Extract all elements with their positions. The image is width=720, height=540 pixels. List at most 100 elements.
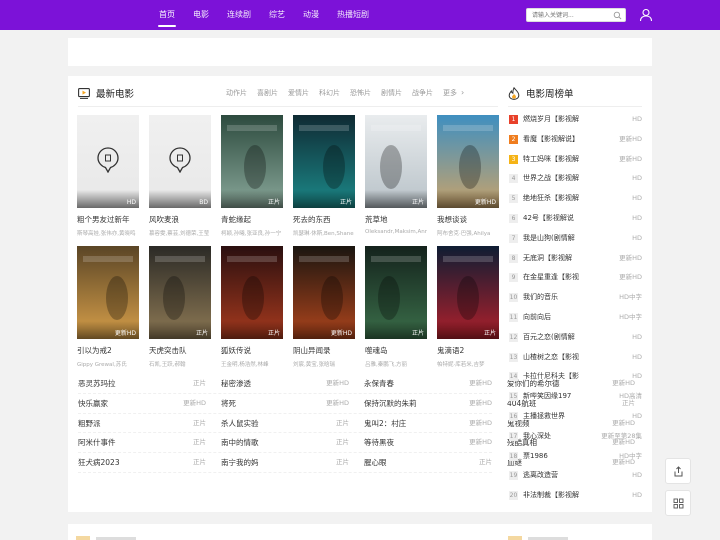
rank-item[interactable]: 7 我是山狗(剧情解 HD [509,229,642,249]
movie-title[interactable]: 荒草地 [365,214,427,225]
category-tab[interactable]: 恐怖片 [350,88,371,98]
movie-poster[interactable]: BD [149,115,211,208]
movie-title[interactable]: 引以为戒2 [77,345,139,356]
nav-item[interactable]: 动漫 [294,0,328,30]
category-tab[interactable]: 动作片 [226,88,247,98]
rank-item[interactable]: 11 向前向后 HD中字 [509,308,642,328]
rank-item[interactable]: 3 特工妈咪【影视解 更新HD [509,150,642,170]
movie-title[interactable]: 噬魂岛 [365,345,427,356]
rank-item-title[interactable]: 世界之战【影视解 [523,169,579,189]
list-item-title[interactable]: 狂犬病2023 [78,453,120,472]
list-item[interactable]: 恶灵苏玛拉 正片 [78,374,206,393]
movie-card[interactable]: 更新HD 我想谈谈 阿布舍克·巴强,Ahilya [437,115,499,237]
rank-item[interactable]: 4 世界之战【影视解 HD [509,169,642,189]
search-box[interactable] [526,8,626,22]
list-item[interactable]: 等待黑夜 更新HD [364,433,492,452]
list-item[interactable]: 杀人鼠实验 正片 [221,414,349,433]
rank-item-title[interactable]: 山楂树之恋【影视 [523,348,579,368]
list-item[interactable]: 阿米什事件 正片 [78,433,206,452]
category-tab[interactable]: 科幻片 [319,88,340,98]
rank-item-title[interactable]: 我心深处 [523,427,551,447]
movie-title[interactable]: 阴山异闻录 [293,345,355,356]
movie-poster[interactable]: 正片 [365,246,427,339]
list-item[interactable]: 将死 更新HD [221,394,349,413]
rank-item-title[interactable]: 向前向后 [523,308,551,328]
more-arrow-icon[interactable]: › [461,88,464,98]
movie-poster[interactable]: 更新HD [293,246,355,339]
rank-item-title[interactable]: 主播拯救世界 [523,407,565,427]
movie-poster[interactable]: 正片 [221,246,283,339]
list-item[interactable]: 秘密渗透 更新HD [221,374,349,393]
rank-item[interactable]: 8 无底洞【影视解 更新HD [509,249,642,269]
list-item[interactable]: 快乐赢家 更新HD [78,394,206,413]
nav-item[interactable]: 电影 [184,0,218,30]
movie-card[interactable]: 更新HD 阴山异闻录 刘宸,黄宝,张晗瑞 [293,246,355,368]
movie-card[interactable]: 正片 荒草地 Oleksandr,Maksim,Anna [365,115,427,235]
movie-card[interactable]: BD 风吹麦浪 慕容雯,蔡芸,刘德荣,王莹 [149,115,211,237]
nav-item[interactable]: 热播短剧 [328,0,378,30]
list-item-title[interactable]: 南宁我的妈 [221,453,259,472]
rank-item-title[interactable]: 新哔笑因缘197 [523,387,571,407]
list-item-title[interactable]: 南中的情歌 [221,433,259,452]
category-tab[interactable]: 爱情片 [288,88,309,98]
movie-title[interactable]: 鬼滴语2 [437,345,499,356]
list-item-title[interactable]: 快乐赢家 [78,394,108,413]
category-tab[interactable]: 喜剧片 [257,88,278,98]
rank-item[interactable]: 20 非法制裁【影视解 HD [509,486,642,506]
rank-item-title[interactable]: 逃离改造营 [523,466,558,486]
list-item[interactable]: 腥心眼 正片 [364,453,492,472]
search-input[interactable] [527,9,611,21]
movie-card[interactable]: 正片 死去的东西 凯瑟琳·休斯,Ben,Shane [293,115,355,237]
list-item-title[interactable]: 杀人鼠实验 [221,414,259,433]
list-item-title[interactable]: 秘密渗透 [221,374,251,393]
category-tab[interactable]: 更多 [443,88,457,98]
list-item[interactable]: 南宁我的妈 正片 [221,453,349,472]
rank-item[interactable]: 14 卡拉什尼科夫【影 HD [509,367,642,387]
movie-card[interactable]: 正片 天虎突击队 石凯,王跃,郝翰 [149,246,211,368]
rank-item[interactable]: 16 主播拯救世界 HD [509,407,642,427]
grid-menu-button[interactable] [665,490,691,516]
rank-item-title[interactable]: 看魔【影视解说】 [523,130,579,150]
list-item[interactable]: 永保青春 更新HD [364,374,492,393]
category-tab[interactable]: 剧情片 [381,88,402,98]
movie-poster[interactable]: 正片 [437,246,499,339]
movie-card[interactable]: 正片 青蛇缘起 柯颖,孙曦,张亚良,孙一宁 [221,115,283,237]
list-item-title[interactable]: 等待黑夜 [364,433,394,452]
movie-title[interactable]: 天虎突击队 [149,345,211,356]
list-item[interactable]: 南中的情歌 正片 [221,433,349,452]
rank-item-title[interactable]: 无底洞【影视解 [523,249,572,269]
movie-card[interactable]: 正片 噬魂岛 吕雅,秦鹏飞,方丽 [365,246,427,368]
rank-item[interactable]: 13 山楂树之恋【影视 HD [509,348,642,368]
list-item-title[interactable]: 恶灵苏玛拉 [78,374,116,393]
movie-poster[interactable]: HD [77,115,139,208]
movie-poster[interactable]: 更新HD [437,115,499,208]
rank-item[interactable]: 6 42号【影视解说 HD [509,209,642,229]
list-item-title[interactable]: 鬼叫2：村庄 [364,414,406,433]
rank-item[interactable]: 5 绝地狂杀【影视解 HD [509,189,642,209]
movie-card[interactable]: 正片 狐妖传说 王金明,杨浩然,林峰 [221,246,283,368]
search-icon[interactable] [613,11,622,20]
list-item[interactable]: 鬼叫2：村庄 更新HD [364,414,492,433]
rank-item-title[interactable]: 我们的音乐 [523,288,558,308]
rank-item[interactable]: 15 新哔笑因缘197 HD高清 [509,387,642,407]
nav-item[interactable]: 综艺 [260,0,294,30]
nav-item[interactable]: 首页 [150,0,184,30]
movie-card[interactable]: 更新HD 引以为戒2 Gippy Grewal,苏氏 [77,246,139,368]
movie-title[interactable]: 死去的东西 [293,214,355,225]
movie-poster[interactable]: 正片 [365,115,427,208]
movie-title[interactable]: 粗个男友过新年 [77,214,139,225]
movie-title[interactable]: 风吹麦浪 [149,214,211,225]
movie-card[interactable]: HD 粗个男友过新年 斯琴高娃,张伟亦,黄晓鸣 [77,115,139,237]
movie-poster[interactable]: 更新HD [77,246,139,339]
rank-item[interactable]: 1 燃烧岁月【影视解 HD [509,110,642,130]
movie-poster[interactable]: 正片 [149,246,211,339]
list-item[interactable]: 保持沉默的朱莉 更新HD [364,394,492,413]
rank-item-title[interactable]: 非法制裁【影视解 [523,486,579,506]
share-button[interactable] [665,458,691,484]
category-tab[interactable]: 战争片 [412,88,433,98]
list-item[interactable]: 粗野派 正片 [78,414,206,433]
nav-item[interactable]: 连续剧 [218,0,260,30]
list-item-title[interactable]: 阿米什事件 [78,433,116,452]
list-item-title[interactable]: 粗野派 [78,414,101,433]
movie-poster[interactable]: 正片 [293,115,355,208]
